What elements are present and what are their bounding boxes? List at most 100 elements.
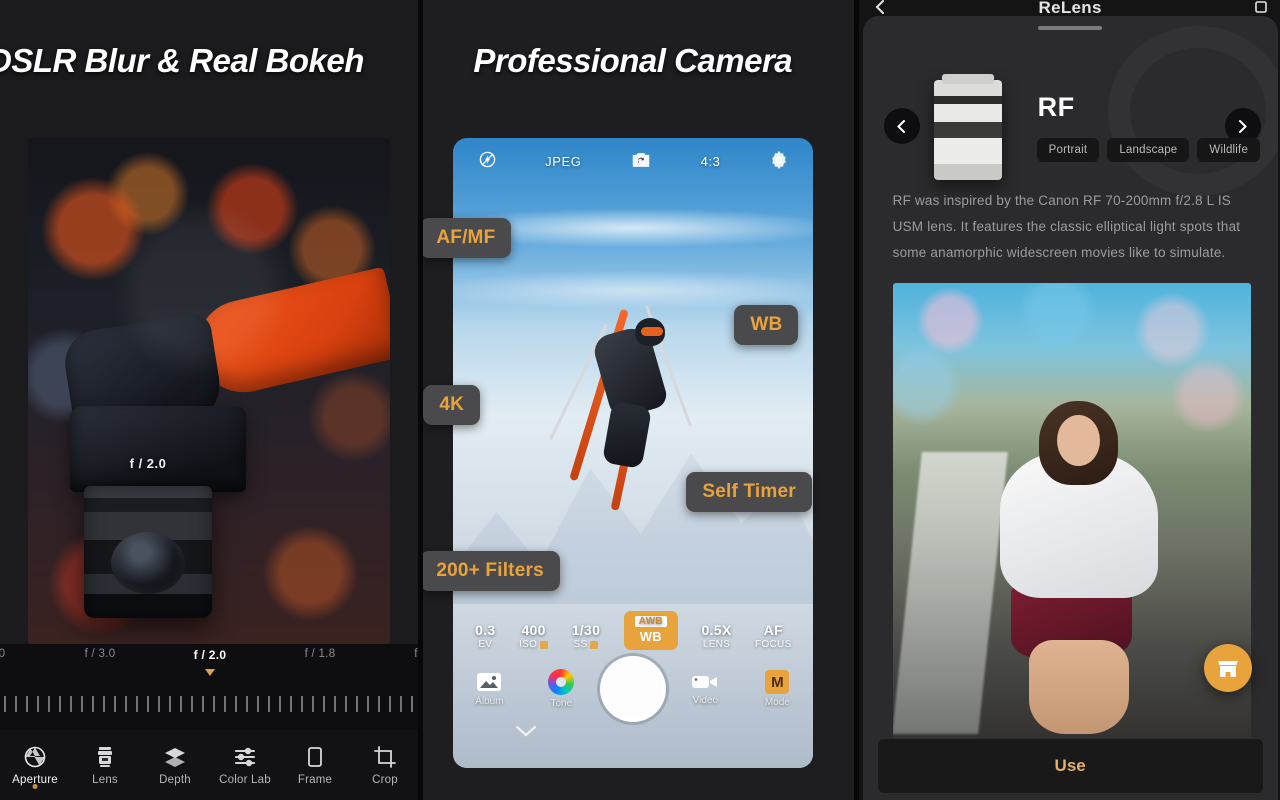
aperture-label-3[interactable]: f / 1.8: [305, 648, 336, 660]
ruler-tick: [367, 696, 369, 712]
lens-prev-button[interactable]: [883, 108, 920, 144]
control-label: LENS: [703, 639, 730, 650]
ruler-tick: [334, 696, 336, 712]
panel-editor: DSLR Blur & Real Bokeh f / 2.0 0 f / 3.0 f…: [0, 0, 419, 800]
aperture-label-4[interactable]: f: [414, 648, 418, 660]
toolbar-item-lens[interactable]: Lens: [70, 745, 140, 786]
ruler-tick: [191, 696, 193, 712]
camera-control-focus[interactable]: AF FOCUS: [755, 622, 792, 650]
camera-flip-icon[interactable]: [630, 150, 652, 172]
aperture-ruler[interactable]: 0 f / 3.0 f / 2.0 f / 1.8 f: [0, 644, 419, 730]
crop-icon: [373, 745, 397, 769]
ruler-tick: [301, 696, 303, 712]
back-arrow-icon[interactable]: [873, 0, 887, 16]
lens-tag-portrait[interactable]: Portrait: [1036, 138, 1100, 162]
toolbar-label: Lens: [92, 773, 118, 786]
camera-tone-button[interactable]: Tone: [530, 669, 592, 709]
control-label: WB: [640, 629, 662, 644]
toolbar-label: Frame: [297, 773, 333, 786]
ruler-tick: [246, 696, 248, 712]
editor-photo-preview[interactable]: f / 2.0: [28, 138, 390, 644]
camera-video-button[interactable]: Video: [674, 672, 736, 706]
panel-camera: Professional Camera JPEG 4:3 0.3 EV 400 …: [423, 0, 854, 800]
control-label: EV: [478, 639, 492, 650]
aperture-icon: [23, 745, 47, 769]
camera-control-lens[interactable]: 0.5X LENS: [702, 622, 732, 650]
ruler-tick: [147, 696, 149, 712]
camera-promo-title: Professional Camera: [473, 42, 793, 79]
active-indicator-dot: [32, 783, 38, 789]
lens-preview-photo[interactable]: [892, 283, 1251, 753]
store-button[interactable]: [1203, 644, 1252, 692]
ruler-tick: [180, 696, 182, 712]
aperture-ruler-marker: [205, 669, 215, 676]
ruler-tick: [389, 696, 391, 712]
gear-icon[interactable]: [769, 150, 789, 173]
camera-control-ev[interactable]: 0.3 EV: [475, 622, 495, 650]
relens-navbar: ReLens: [859, 0, 1280, 16]
layers-icon: [163, 745, 187, 769]
camera-topbar: JPEG 4:3: [453, 138, 813, 184]
decor-rail: [892, 452, 1008, 735]
control-auto-marker: [540, 640, 549, 649]
lens-tag-row: Portrait Landscape Wildlife: [1036, 138, 1261, 162]
ruler-tick: [103, 696, 105, 712]
control-label-text: LENS: [702, 639, 731, 650]
square-icon[interactable]: [1254, 0, 1268, 16]
ruler-tick: [169, 696, 171, 712]
ruler-tick: [158, 696, 160, 712]
mode-m-icon: M: [765, 670, 790, 694]
control-label-text: SS: [573, 639, 588, 650]
chevron-down-icon[interactable]: [515, 724, 537, 742]
use-button[interactable]: Use: [876, 738, 1264, 794]
camera-album-label: Album: [475, 696, 504, 707]
camera-shutter-button[interactable]: [600, 656, 667, 722]
ruler-tick: [400, 696, 402, 712]
lens-tag-landscape[interactable]: Landscape: [1107, 138, 1190, 162]
sheet-grabber[interactable]: [1038, 26, 1103, 30]
toolbar-item-color-lab[interactable]: Color Lab: [210, 745, 280, 786]
toolbar-item-depth[interactable]: Depth: [140, 745, 210, 786]
ruler-tick: [213, 696, 215, 712]
decor-skier: [549, 305, 693, 538]
toolbar-item-crop[interactable]: Crop: [350, 745, 418, 786]
relens-sheet: RF Portrait Landscape Wildlife RF was insp…: [862, 16, 1278, 800]
camera-video-label: Video: [692, 695, 719, 706]
camera-control-iso[interactable]: 400 ISO: [519, 622, 549, 650]
control-label: FOCUS: [755, 639, 792, 650]
relens-title: ReLens: [1038, 0, 1102, 16]
editor-toolbar: Aperture Lens Depth Color Lab Frame Crop: [0, 730, 419, 800]
camera-control-ss[interactable]: 1/30 SS: [572, 622, 600, 650]
feature-badge-self-timer: Self Timer: [686, 472, 812, 512]
ruler-tick: [235, 696, 237, 712]
camera-ratio-label[interactable]: 4:3: [701, 154, 721, 169]
ruler-tick: [4, 696, 6, 712]
ruler-tick: [114, 696, 116, 712]
toolbar-label: Color Lab: [219, 773, 271, 786]
ruler-tick: [81, 696, 83, 712]
feature-badge-200-filters: 200+ Filters: [423, 551, 560, 591]
flash-off-icon[interactable]: [478, 150, 497, 172]
camera-mode-button[interactable]: M Mode: [746, 670, 808, 708]
decor-arm: [188, 266, 390, 402]
camera-control-wb[interactable]: AWB WB: [623, 611, 678, 650]
aperture-label-2[interactable]: f / 2.0: [194, 648, 227, 662]
toolbar-item-frame[interactable]: Frame: [280, 745, 350, 786]
control-label-text: ISO: [519, 639, 538, 650]
camera-album-button[interactable]: Album: [458, 671, 520, 707]
screenshot-root: DSLR Blur & Real Bokeh f / 2.0 0 f / 3.0 f…: [0, 0, 1280, 800]
aperture-overlay-label: f / 2.0: [129, 456, 167, 471]
control-value: AF: [763, 622, 783, 638]
feature-badge-af-mf: AF/MF: [423, 218, 512, 258]
ruler-tick: [257, 696, 259, 712]
lens-tag-wildlife[interactable]: Wildlife: [1197, 138, 1261, 162]
camera-format-label[interactable]: JPEG: [545, 154, 581, 169]
ruler-tick: [224, 696, 226, 712]
aperture-label-1[interactable]: f / 3.0: [85, 648, 116, 660]
toolbar-label: Depth: [159, 773, 191, 786]
aperture-label-0[interactable]: 0: [0, 648, 5, 660]
toolbar-item-aperture[interactable]: Aperture: [0, 745, 70, 789]
ruler-tick: [345, 696, 347, 712]
decor-hand: [60, 311, 226, 445]
ruler-tick: [279, 696, 281, 712]
